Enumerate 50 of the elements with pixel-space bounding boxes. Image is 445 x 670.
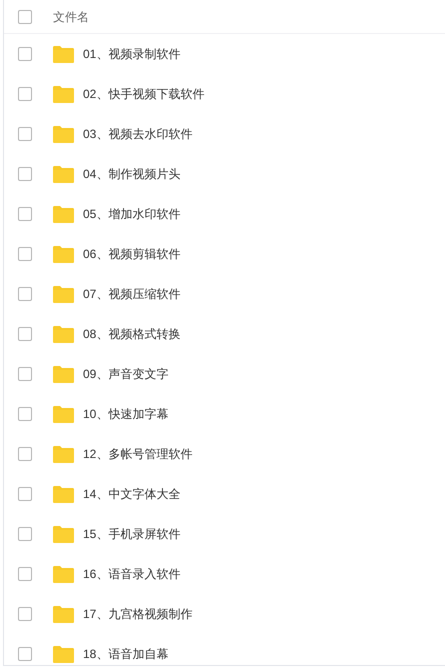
file-name[interactable]: 02、快手视频下载软件 <box>83 85 204 103</box>
folder-icon <box>53 526 74 542</box>
folder-icon <box>53 366 74 382</box>
file-name[interactable]: 07、视频压缩软件 <box>83 285 180 303</box>
file-name[interactable]: 09、声音变文字 <box>83 365 168 383</box>
folder-icon <box>53 646 74 662</box>
checkbox[interactable] <box>18 607 32 621</box>
folder-icon <box>53 606 74 622</box>
checkbox[interactable] <box>18 87 32 101</box>
file-name[interactable]: 18、语音加自幕 <box>83 645 168 663</box>
folder-icon <box>53 486 74 502</box>
checkbox[interactable] <box>18 567 32 581</box>
folder-icon <box>53 406 74 422</box>
checkbox[interactable] <box>18 287 32 301</box>
file-name[interactable]: 01、视频录制软件 <box>83 45 180 63</box>
file-name[interactable]: 12、多帐号管理软件 <box>83 445 192 463</box>
checkbox[interactable] <box>18 487 32 501</box>
column-header: 文件名 <box>53 8 89 26</box>
file-name[interactable]: 04、制作视频片头 <box>83 165 180 183</box>
file-name[interactable]: 06、视频剪辑软件 <box>83 245 180 263</box>
folder-icon <box>53 566 74 582</box>
file-name[interactable]: 03、视频去水印软件 <box>83 125 192 143</box>
file-name[interactable]: 15、手机录屏软件 <box>83 525 180 543</box>
folder-icon <box>53 206 74 222</box>
checkbox[interactable] <box>18 247 32 261</box>
checkbox[interactable] <box>18 367 32 381</box>
file-name[interactable]: 05、增加水印软件 <box>83 205 180 223</box>
folder-icon <box>53 126 74 142</box>
checkbox[interactable] <box>18 447 32 461</box>
folder-icon <box>53 326 74 342</box>
checkbox[interactable] <box>18 47 32 61</box>
folder-icon <box>53 86 74 102</box>
file-name[interactable]: 14、中文字体大全 <box>83 485 180 503</box>
checkbox[interactable] <box>18 167 32 181</box>
file-name[interactable]: 10、快速加字幕 <box>83 405 168 423</box>
file-name[interactable]: 08、视频格式转换 <box>83 325 180 343</box>
checkbox[interactable] <box>18 407 32 421</box>
folder-icon <box>53 166 74 182</box>
checkbox[interactable] <box>18 327 32 341</box>
folder-icon <box>53 46 74 62</box>
checkbox[interactable] <box>18 207 32 221</box>
checkbox[interactable] <box>18 647 32 661</box>
checkbox[interactable] <box>18 527 32 541</box>
file-name[interactable]: 16、语音录入软件 <box>83 565 180 583</box>
checkbox[interactable] <box>18 10 32 24</box>
checkbox[interactable] <box>18 127 32 141</box>
file-name[interactable]: 17、九宫格视频制作 <box>83 605 192 623</box>
folder-icon <box>53 246 74 262</box>
folder-icon <box>53 286 74 302</box>
folder-icon <box>53 446 74 462</box>
